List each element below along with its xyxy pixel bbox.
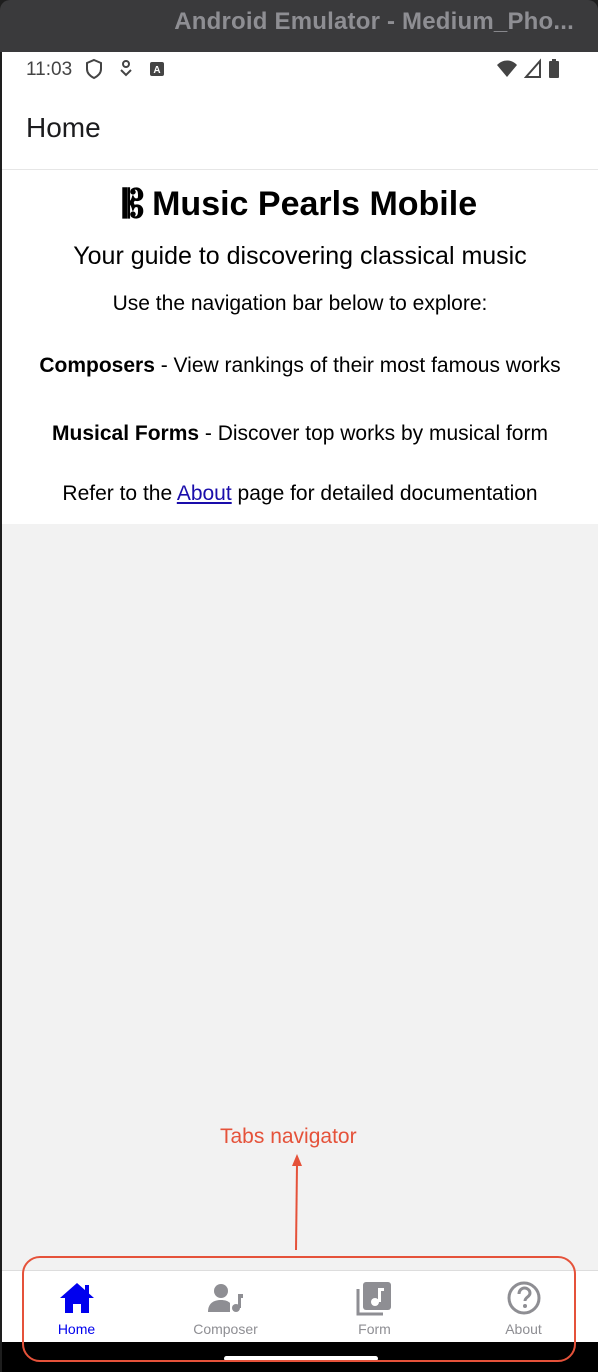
annotation-highlight-box: [22, 1256, 576, 1362]
app-title: 𝄡 Music Pearls Mobile: [2, 181, 598, 226]
phone-screen: 11:03 A Home 𝄡 Music Pearls Mobile Your …: [2, 52, 598, 1372]
annotation-arrow: [292, 1154, 302, 1251]
shield-icon: [84, 58, 104, 85]
composers-label: Composers: [39, 354, 155, 377]
status-notification-icons: A: [84, 58, 166, 85]
navigation-hint: Use the navigation bar below to explore:: [112, 292, 488, 315]
about-reference: Refer to the About page for detailed doc…: [2, 482, 598, 506]
window-title: Android Emulator - Medium_Pho...: [174, 8, 574, 35]
annotation-label: Tabs navigator: [220, 1125, 357, 1148]
status-time: 11:03: [26, 59, 73, 80]
battery-icon: [548, 58, 560, 85]
forms-text: - Discover top works by musical form: [199, 422, 548, 445]
tagline: Your guide to discovering classical musi…: [73, 242, 527, 270]
refer-suffix: page for detailed documentation: [231, 482, 538, 505]
status-bar: 11:03 A: [2, 52, 598, 88]
app-header: Home: [2, 88, 598, 170]
keyboard-a-icon: A: [148, 58, 166, 85]
page-title: Home: [26, 112, 101, 143]
emulator-window: Android Emulator - Medium_Pho... 11:03 A: [0, 0, 598, 1372]
refer-prefix: Refer to the: [62, 482, 177, 505]
about-link[interactable]: About: [177, 482, 232, 505]
status-system-icons: [496, 58, 560, 85]
wifi-icon: [496, 58, 518, 85]
composers-description: Composers - View rankings of their most …: [32, 352, 568, 379]
vpn-key-icon: [118, 58, 134, 85]
home-content: 𝄡 Music Pearls Mobile Your guide to disc…: [2, 170, 598, 524]
forms-label: Musical Forms: [52, 422, 200, 445]
svg-text:A: A: [153, 65, 160, 76]
alto-clef-icon: 𝄡: [122, 181, 145, 226]
app-title-text: Music Pearls Mobile: [152, 184, 478, 223]
forms-description: Musical Forms - Discover top works by mu…: [2, 422, 598, 446]
cell-signal-icon: [523, 58, 542, 85]
emulator-titlebar[interactable]: Android Emulator - Medium_Pho...: [0, 0, 598, 52]
composers-text: - View rankings of their most famous wor…: [154, 354, 561, 377]
